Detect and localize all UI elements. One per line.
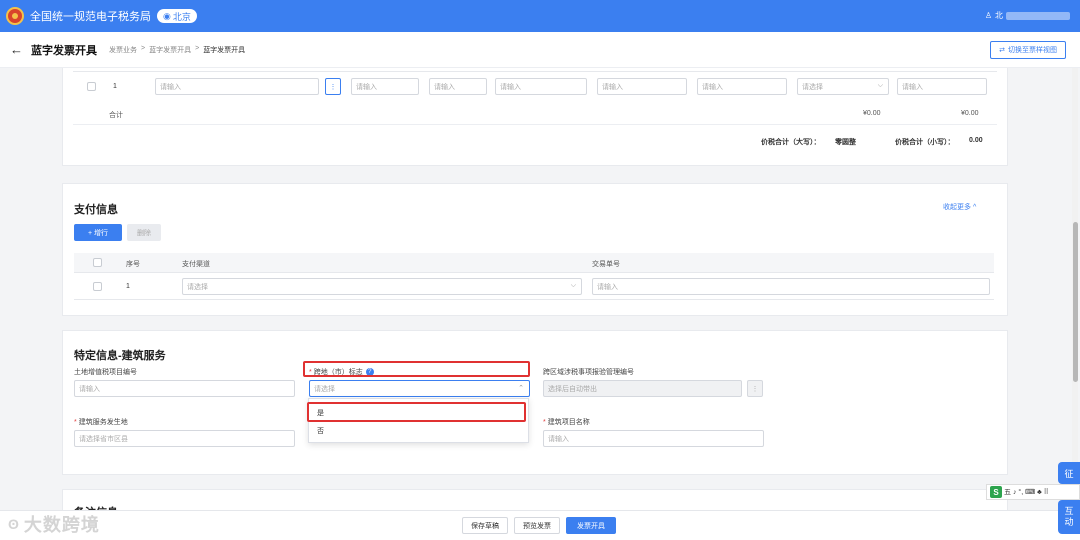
total-tax: ¥0.00: [961, 110, 979, 117]
column-header-channel: 支付渠道: [182, 261, 210, 268]
project-name-input[interactable]: 请输入: [543, 430, 764, 447]
page-header: ← 蓝字发票开具 发票业务 > 蓝字发票开具 > 蓝字发票开具 ⇄ 切换至票样视…: [0, 32, 1080, 68]
swap-icon: ⇄: [999, 47, 1005, 54]
collapse-more-link[interactable]: 收起更多 ^: [943, 202, 976, 212]
back-arrow-icon[interactable]: ←: [10, 42, 23, 57]
table-row: 1 请选择 ⌵ 请输入: [74, 274, 994, 300]
user-name-redacted: [1006, 11, 1070, 20]
tax-bureau-logo-icon: [6, 7, 24, 25]
total-label: 合计: [109, 112, 123, 119]
city-selector[interactable]: ◉ 北京: [157, 9, 197, 23]
construction-section-title: 特定信息-建筑服务: [74, 350, 166, 362]
lower-total-value: 0.00: [969, 137, 983, 144]
select-all-checkbox[interactable]: [93, 258, 102, 267]
payment-channel-select[interactable]: 请选择 ⌵: [182, 278, 582, 295]
save-draft-button[interactable]: 保存草稿: [462, 517, 508, 534]
breadcrumb-current: 蓝字发票开具: [203, 46, 246, 54]
cross-tax-no-more-button: ⋮: [747, 380, 763, 397]
cross-tax-no-input: 选择后自动带出: [543, 380, 742, 397]
chevron-down-icon: ⌵: [570, 282, 576, 289]
lower-total-label: 价税合计（小写）：: [895, 139, 955, 146]
top-bar: 全国统一规范电子税务局 ◉ 北京 ♙ 北: [0, 0, 1080, 32]
page-title: 蓝字发票开具: [31, 44, 97, 57]
user-name-prefix: 北: [995, 11, 1003, 20]
ime-toolbar[interactable]: S 五 ♪ °, ⌨ ♣ ⠿: [986, 484, 1080, 500]
preview-invoice-button[interactable]: 预览发票: [514, 517, 560, 534]
cross-region-dropdown: 是 否: [308, 398, 529, 443]
column-header-txn: 交易单号: [592, 261, 620, 268]
land-tax-no-label: 土地增值税项目编号: [74, 369, 137, 376]
dropdown-option-yes[interactable]: 是: [309, 405, 528, 421]
switch-view-label: 切换至票样视图: [1008, 47, 1057, 54]
chevron-up-icon: ⌃: [518, 385, 524, 392]
user-icon: ♙: [984, 11, 992, 20]
cross-tax-no-label: 跨区域涉税事项报验管理编号: [543, 369, 634, 376]
city-label: 北京: [172, 11, 191, 22]
ime-status-text: 五 ♪ °, ⌨ ♣ ⠿: [1004, 489, 1049, 496]
row-checkbox[interactable]: [93, 282, 102, 291]
cross-region-label: * 跨地（市）标志?: [309, 367, 374, 377]
construction-card: 特定信息-建筑服务 土地增值税项目编号 请输入 * 跨地（市）标志? 请选择 ⌃ 跨…: [62, 330, 1008, 475]
row-number: 1: [113, 83, 117, 90]
page-scrollbar-thumb[interactable]: [1073, 222, 1078, 382]
watermark: ʘ 大数跨境: [8, 515, 100, 535]
tax-rate-select[interactable]: 请选择 ⌵: [797, 78, 889, 95]
project-name-label: * 建筑项目名称: [543, 419, 590, 426]
table-column-header-strip: [73, 68, 997, 72]
watermark-logo-icon: ʘ: [8, 516, 20, 532]
breadcrumb: 发票业务 > 蓝字发票开具 > 蓝字发票开具: [109, 45, 245, 55]
unit-price-input[interactable]: 请输入: [597, 78, 687, 95]
land-tax-no-input[interactable]: 请输入: [74, 380, 295, 397]
delete-row-button: 删除: [127, 224, 161, 241]
row-number: 1: [126, 283, 130, 290]
location-label: * 建筑服务发生地: [74, 419, 128, 426]
goods-table-card: 1 请输入 ⋮ 请输入 请输入 请输入 请输入 请输入 请选择 ⌵ 请输入 合计 …: [62, 68, 1008, 166]
breadcrumb-separator: >: [141, 44, 146, 52]
breadcrumb-item[interactable]: 发票业务: [109, 45, 137, 55]
issue-invoice-button[interactable]: 发票开具: [566, 517, 616, 534]
payment-table-header: 序号 支付渠道 交易单号: [74, 253, 994, 273]
location-select[interactable]: 请选择省市区县: [74, 430, 295, 447]
column-header-no: 序号: [126, 261, 140, 268]
spec-input[interactable]: 请输入: [351, 78, 419, 95]
quantity-input[interactable]: 请输入: [495, 78, 587, 95]
add-row-button[interactable]: + 增行: [74, 224, 122, 241]
item-name-input[interactable]: 请输入: [155, 78, 319, 95]
item-more-button[interactable]: ⋮: [325, 78, 341, 95]
user-menu[interactable]: ♙ 北: [985, 10, 1070, 21]
total-amount: ¥0.00: [863, 110, 881, 117]
upper-total-label: 价税合计（大写）：: [761, 139, 821, 146]
transaction-number-input[interactable]: 请输入: [592, 278, 990, 295]
app-title: 全国统一规范电子税务局: [30, 11, 151, 23]
location-pin-icon: ◉: [163, 10, 171, 21]
side-tab-consult[interactable]: 征: [1058, 462, 1080, 484]
unit-input[interactable]: 请输入: [429, 78, 487, 95]
switch-view-button[interactable]: ⇄ 切换至票样视图: [990, 41, 1066, 59]
breadcrumb-separator: >: [195, 44, 200, 52]
payment-card: 支付信息 收起更多 ^ + 增行 删除 序号 支付渠道 交易单号 1 请选择 ⌵ …: [62, 183, 1008, 316]
total-divider: [73, 124, 997, 125]
bottom-action-bar: 保存草稿 预览发票 发票开具: [0, 510, 1080, 540]
dropdown-option-no[interactable]: 否: [309, 423, 528, 439]
ime-logo-icon: S: [990, 486, 1002, 498]
chevron-down-icon: ⌵: [877, 82, 883, 89]
payment-section-title: 支付信息: [74, 204, 118, 216]
tax-amount-input[interactable]: 请输入: [897, 78, 987, 95]
help-icon[interactable]: ?: [365, 368, 374, 377]
amount-input[interactable]: 请输入: [697, 78, 787, 95]
cross-region-select[interactable]: 请选择 ⌃: [309, 380, 530, 397]
side-tab-interact[interactable]: 互 动: [1058, 500, 1080, 534]
row-checkbox[interactable]: [87, 82, 96, 91]
breadcrumb-item[interactable]: 蓝字发票开具: [149, 45, 191, 55]
upper-total-value: 零圆整: [835, 139, 856, 146]
